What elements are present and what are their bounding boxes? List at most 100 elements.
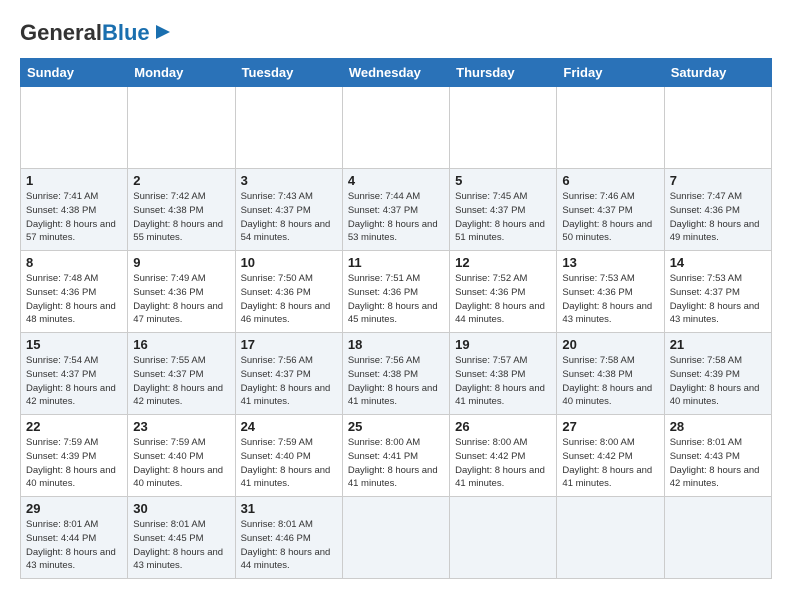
cell-daylight: Daylight: 8 hours and 42 minutes. bbox=[26, 383, 116, 408]
cell-sunrise: Sunrise: 7:47 AM bbox=[670, 191, 742, 202]
cell-sunset: Sunset: 4:44 PM bbox=[26, 533, 96, 544]
calendar-cell: 8 Sunrise: 7:48 AM Sunset: 4:36 PM Daylight… bbox=[21, 251, 128, 333]
calendar-cell: 6Sunrise: 7:46 AMSunset: 4:37 PMDaylight… bbox=[557, 169, 664, 251]
cell-daylight: Daylight: 8 hours and 46 minutes. bbox=[241, 301, 331, 326]
cell-daylight: Daylight: 8 hours and 43 minutes. bbox=[26, 547, 116, 572]
header-day-saturday: Saturday bbox=[664, 59, 771, 87]
day-number: 8 bbox=[26, 255, 122, 270]
cell-sunset: Sunset: 4:37 PM bbox=[455, 205, 525, 216]
header-day-sunday: Sunday bbox=[21, 59, 128, 87]
week-row-5: 29 Sunrise: 8:01 AM Sunset: 4:44 PM Dayligh… bbox=[21, 497, 772, 579]
cell-sunrise: Sunrise: 7:45 AM bbox=[455, 191, 527, 202]
cell-daylight: Daylight: 8 hours and 55 minutes. bbox=[133, 219, 223, 244]
calendar-cell: 14Sunrise: 7:53 AMSunset: 4:37 PMDayligh… bbox=[664, 251, 771, 333]
cell-daylight: Daylight: 8 hours and 54 minutes. bbox=[241, 219, 331, 244]
cell-sunset: Sunset: 4:38 PM bbox=[26, 205, 96, 216]
calendar-cell: 18Sunrise: 7:56 AMSunset: 4:38 PMDayligh… bbox=[342, 333, 449, 415]
day-number: 22 bbox=[26, 419, 122, 434]
cell-daylight: Daylight: 8 hours and 57 minutes. bbox=[26, 219, 116, 244]
cell-daylight: Daylight: 8 hours and 40 minutes. bbox=[26, 465, 116, 490]
cell-sunrise: Sunrise: 7:48 AM bbox=[26, 273, 98, 284]
cell-sunset: Sunset: 4:36 PM bbox=[455, 287, 525, 298]
day-number: 12 bbox=[455, 255, 551, 270]
logo: GeneralBlue bbox=[20, 20, 172, 46]
calendar-cell: 10Sunrise: 7:50 AMSunset: 4:36 PMDayligh… bbox=[235, 251, 342, 333]
day-number: 31 bbox=[241, 501, 337, 516]
cell-sunset: Sunset: 4:37 PM bbox=[133, 369, 203, 380]
cell-sunrise: Sunrise: 7:54 AM bbox=[26, 355, 98, 366]
cell-sunrise: Sunrise: 7:50 AM bbox=[241, 273, 313, 284]
cell-daylight: Daylight: 8 hours and 48 minutes. bbox=[26, 301, 116, 326]
cell-sunset: Sunset: 4:41 PM bbox=[348, 451, 418, 462]
calendar-cell: 11Sunrise: 7:51 AMSunset: 4:36 PMDayligh… bbox=[342, 251, 449, 333]
header-day-wednesday: Wednesday bbox=[342, 59, 449, 87]
cell-sunset: Sunset: 4:36 PM bbox=[133, 287, 203, 298]
calendar-cell: 25Sunrise: 8:00 AMSunset: 4:41 PMDayligh… bbox=[342, 415, 449, 497]
cell-sunrise: Sunrise: 7:52 AM bbox=[455, 273, 527, 284]
day-number: 2 bbox=[133, 173, 229, 188]
cell-daylight: Daylight: 8 hours and 41 minutes. bbox=[455, 465, 545, 490]
day-number: 17 bbox=[241, 337, 337, 352]
week-row-3: 15 Sunrise: 7:54 AM Sunset: 4:37 PM Dayligh… bbox=[21, 333, 772, 415]
cell-sunset: Sunset: 4:43 PM bbox=[670, 451, 740, 462]
day-number: 30 bbox=[133, 501, 229, 516]
cell-sunrise: Sunrise: 7:59 AM bbox=[26, 437, 98, 448]
page-header: GeneralBlue bbox=[20, 20, 772, 46]
cell-sunrise: Sunrise: 7:44 AM bbox=[348, 191, 420, 202]
calendar-cell: 19Sunrise: 7:57 AMSunset: 4:38 PMDayligh… bbox=[450, 333, 557, 415]
cell-daylight: Daylight: 8 hours and 42 minutes. bbox=[133, 383, 223, 408]
calendar-cell bbox=[450, 497, 557, 579]
cell-sunset: Sunset: 4:37 PM bbox=[241, 205, 311, 216]
calendar-cell: 23Sunrise: 7:59 AMSunset: 4:40 PMDayligh… bbox=[128, 415, 235, 497]
calendar-cell: 17Sunrise: 7:56 AMSunset: 4:37 PMDayligh… bbox=[235, 333, 342, 415]
cell-sunrise: Sunrise: 8:00 AM bbox=[455, 437, 527, 448]
cell-sunset: Sunset: 4:37 PM bbox=[26, 369, 96, 380]
calendar-cell: 30Sunrise: 8:01 AMSunset: 4:45 PMDayligh… bbox=[128, 497, 235, 579]
cell-sunrise: Sunrise: 8:01 AM bbox=[133, 519, 205, 530]
cell-daylight: Daylight: 8 hours and 41 minutes. bbox=[455, 383, 545, 408]
cell-sunset: Sunset: 4:38 PM bbox=[348, 369, 418, 380]
cell-sunrise: Sunrise: 8:00 AM bbox=[562, 437, 634, 448]
cell-sunset: Sunset: 4:37 PM bbox=[562, 205, 632, 216]
header-day-tuesday: Tuesday bbox=[235, 59, 342, 87]
day-number: 20 bbox=[562, 337, 658, 352]
cell-sunset: Sunset: 4:37 PM bbox=[241, 369, 311, 380]
day-number: 18 bbox=[348, 337, 444, 352]
cell-sunrise: Sunrise: 7:49 AM bbox=[133, 273, 205, 284]
calendar-cell: 20Sunrise: 7:58 AMSunset: 4:38 PMDayligh… bbox=[557, 333, 664, 415]
day-number: 29 bbox=[26, 501, 122, 516]
cell-sunset: Sunset: 4:39 PM bbox=[670, 369, 740, 380]
calendar-cell bbox=[128, 87, 235, 169]
calendar-cell: 21Sunrise: 7:58 AMSunset: 4:39 PMDayligh… bbox=[664, 333, 771, 415]
cell-sunset: Sunset: 4:36 PM bbox=[26, 287, 96, 298]
day-number: 24 bbox=[241, 419, 337, 434]
calendar-cell: 13Sunrise: 7:53 AMSunset: 4:36 PMDayligh… bbox=[557, 251, 664, 333]
cell-daylight: Daylight: 8 hours and 49 minutes. bbox=[670, 219, 760, 244]
day-number: 14 bbox=[670, 255, 766, 270]
calendar-cell: 28Sunrise: 8:01 AMSunset: 4:43 PMDayligh… bbox=[664, 415, 771, 497]
cell-sunrise: Sunrise: 7:59 AM bbox=[241, 437, 313, 448]
day-number: 7 bbox=[670, 173, 766, 188]
cell-sunrise: Sunrise: 8:00 AM bbox=[348, 437, 420, 448]
week-row-2: 8 Sunrise: 7:48 AM Sunset: 4:36 PM Daylight… bbox=[21, 251, 772, 333]
header-day-thursday: Thursday bbox=[450, 59, 557, 87]
cell-daylight: Daylight: 8 hours and 50 minutes. bbox=[562, 219, 652, 244]
cell-daylight: Daylight: 8 hours and 41 minutes. bbox=[562, 465, 652, 490]
cell-daylight: Daylight: 8 hours and 44 minutes. bbox=[241, 547, 331, 572]
day-number: 6 bbox=[562, 173, 658, 188]
calendar-cell bbox=[342, 87, 449, 169]
cell-sunset: Sunset: 4:42 PM bbox=[455, 451, 525, 462]
cell-sunset: Sunset: 4:40 PM bbox=[133, 451, 203, 462]
day-number: 15 bbox=[26, 337, 122, 352]
day-number: 10 bbox=[241, 255, 337, 270]
calendar-cell: 24Sunrise: 7:59 AMSunset: 4:40 PMDayligh… bbox=[235, 415, 342, 497]
cell-daylight: Daylight: 8 hours and 45 minutes. bbox=[348, 301, 438, 326]
calendar-cell bbox=[557, 497, 664, 579]
cell-daylight: Daylight: 8 hours and 41 minutes. bbox=[241, 465, 331, 490]
calendar-cell: 12Sunrise: 7:52 AMSunset: 4:36 PMDayligh… bbox=[450, 251, 557, 333]
cell-sunrise: Sunrise: 8:01 AM bbox=[26, 519, 98, 530]
day-number: 23 bbox=[133, 419, 229, 434]
calendar-cell bbox=[450, 87, 557, 169]
cell-sunrise: Sunrise: 7:55 AM bbox=[133, 355, 205, 366]
cell-daylight: Daylight: 8 hours and 43 minutes. bbox=[670, 301, 760, 326]
